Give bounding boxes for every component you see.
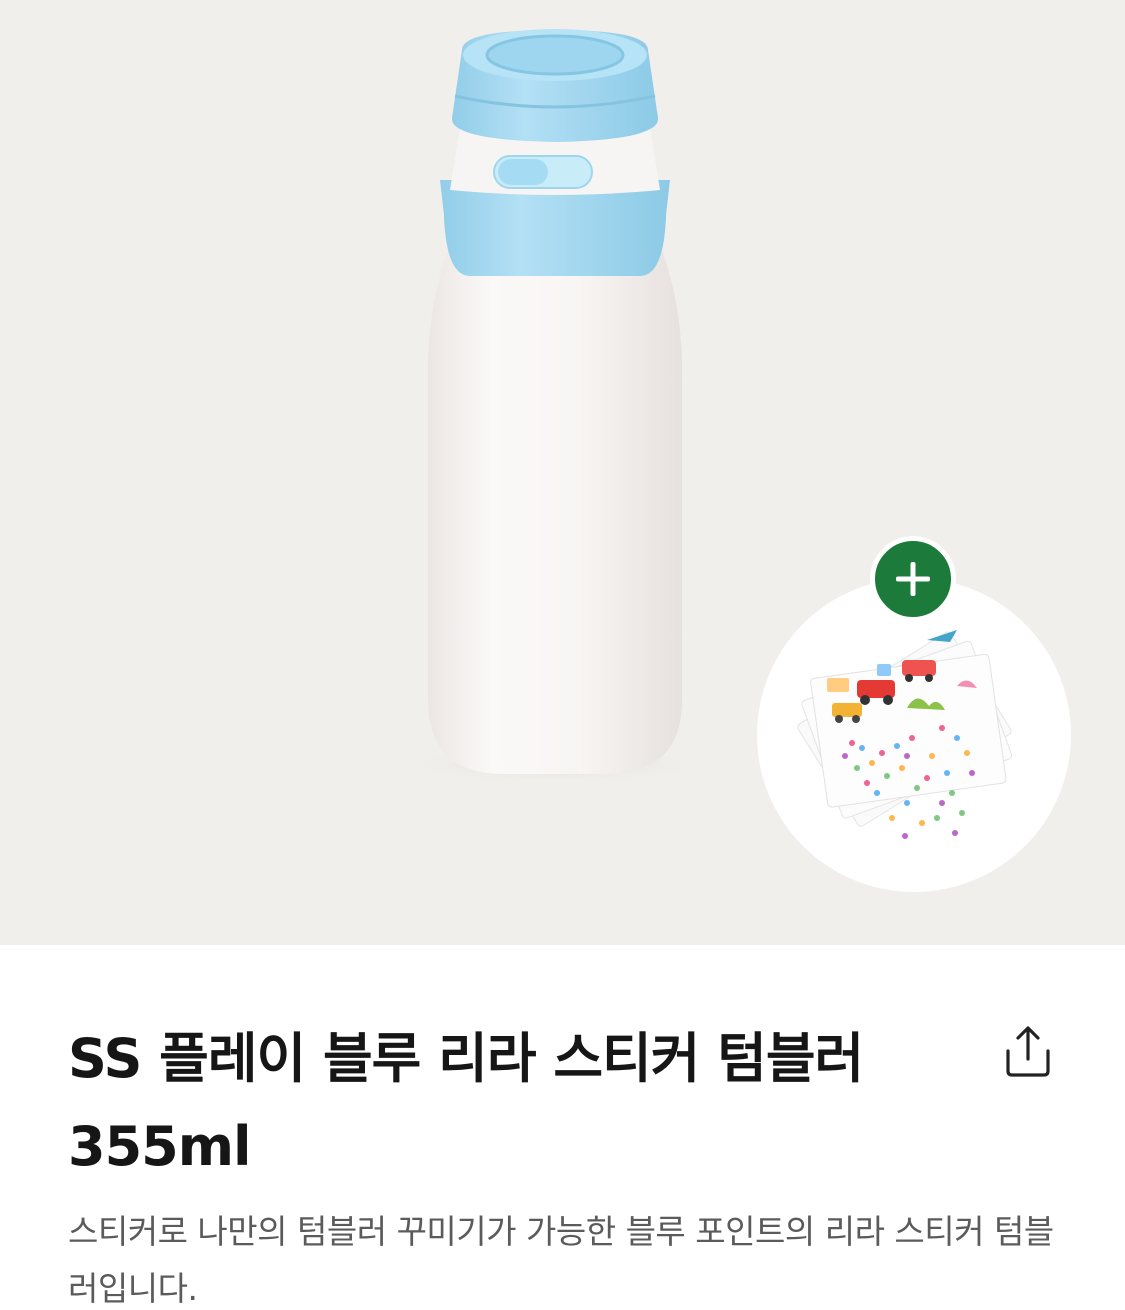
add-sticker-button[interactable] <box>870 536 956 622</box>
product-detail-page: SS 플레이 블루 리라 스티커 텀블러 355ml 스티커로 나만의 텀블러 … <box>0 0 1125 1310</box>
sticker-sheet-image <box>797 630 1013 839</box>
product-description: 스티커로 나만의 텀블러 꾸미기가 가능한 블루 포인트의 리라 스티커 텀블러… <box>68 1212 1054 1308</box>
share-button[interactable] <box>1000 1023 1056 1079</box>
product-info: SS 플레이 블루 리라 스티커 텀블러 355ml 스티커로 나만의 텀블러 … <box>0 945 1125 1310</box>
share-icon <box>1006 1026 1050 1077</box>
product-title: SS 플레이 블루 리라 스티커 텀블러 355ml <box>68 1027 864 1178</box>
product-image-area <box>0 0 1125 945</box>
